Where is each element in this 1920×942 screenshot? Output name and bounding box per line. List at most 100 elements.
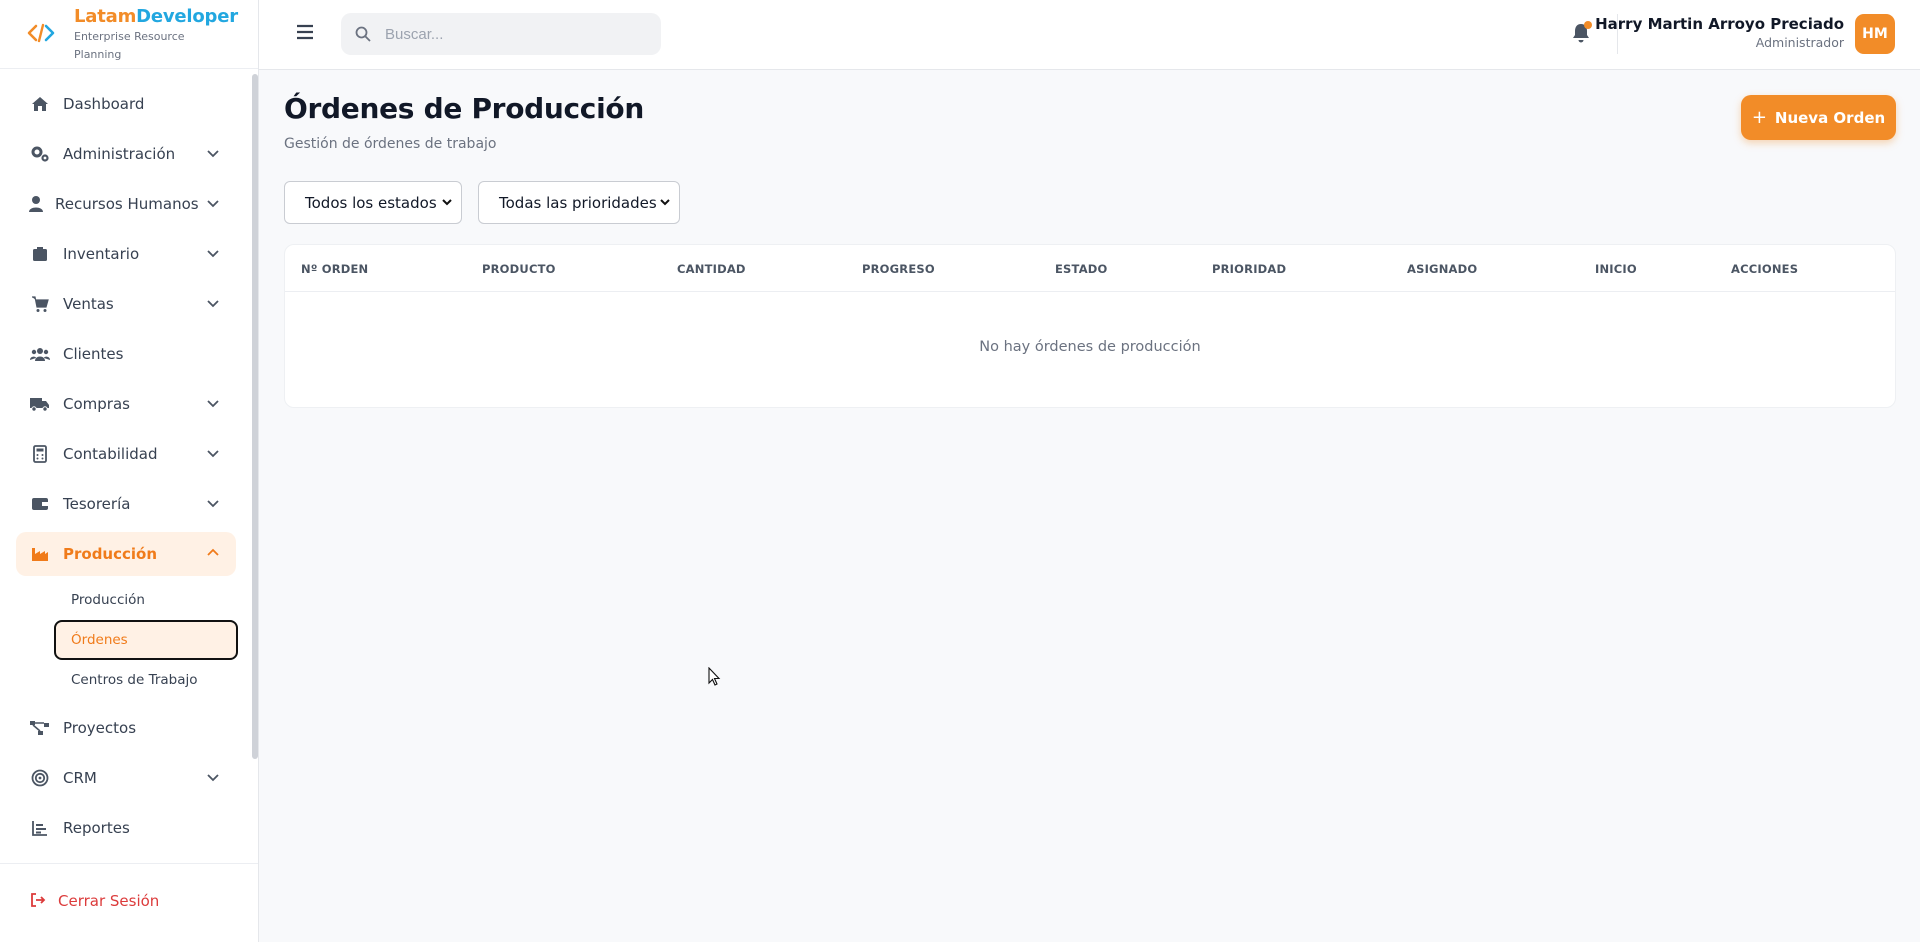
subitem-ordenes[interactable]: Órdenes	[54, 620, 238, 660]
notifications-bell-icon[interactable]	[1571, 21, 1592, 44]
column-header-prioridad[interactable]: PRIORIDAD	[1212, 262, 1286, 276]
table-header: Nº ORDEN PRODUCTO CANTIDAD PROGRESO ESTA…	[285, 245, 1895, 292]
sidebar-item-reportes[interactable]: Reportes	[16, 806, 236, 850]
notification-dot	[1584, 21, 1592, 29]
project-diagram-icon	[30, 718, 50, 738]
sidebar-item-dashboard[interactable]: Dashboard	[16, 82, 236, 126]
chevron-down-icon	[207, 400, 219, 408]
user-role: Administrador	[1755, 35, 1844, 50]
topbar: Harry Martin Arroyo Preciado Administrad…	[259, 0, 1920, 70]
chevron-down-icon	[660, 199, 670, 206]
column-header-asignado[interactable]: ASIGNADO	[1407, 262, 1477, 276]
user-icon	[26, 194, 46, 214]
new-order-label: Nueva Orden	[1774, 108, 1886, 127]
column-header-cantidad[interactable]: CANTIDAD	[677, 262, 746, 276]
sidebar-item-label: Tesorería	[63, 495, 131, 513]
user-info[interactable]: Harry Martin Arroyo Preciado Administrad…	[1595, 14, 1844, 52]
column-header-acciones[interactable]: ACCIONES	[1731, 262, 1798, 276]
brand-logo-icon	[27, 23, 55, 43]
calculator-icon	[30, 444, 50, 464]
avatar[interactable]: HM	[1855, 14, 1895, 54]
cart-icon	[30, 294, 50, 314]
sidebar-item-inventario[interactable]: Inventario	[16, 232, 236, 276]
sidebar-item-ventas[interactable]: Ventas	[16, 282, 236, 326]
sidebar-item-crm[interactable]: CRM	[16, 756, 236, 800]
subitem-label: Centros de Trabajo	[71, 672, 198, 688]
priority-filter-value: Todas las prioridades	[499, 193, 657, 212]
produccion-submenu: Producción Órdenes Centros de Trabajo	[0, 580, 250, 700]
sidebar-item-compras[interactable]: Compras	[16, 382, 236, 426]
sidebar: LatamDeveloper Enterprise Resource Plann…	[0, 0, 259, 942]
subitem-produccion[interactable]: Producción	[54, 580, 238, 620]
subitem-centros-de-trabajo[interactable]: Centros de Trabajo	[54, 660, 238, 700]
wallet-icon	[30, 494, 50, 514]
empty-state-message: No hay órdenes de producción	[979, 339, 1201, 355]
sidebar-item-proyectos[interactable]: Proyectos	[16, 706, 236, 750]
chevron-up-icon	[207, 548, 219, 556]
sidebar-item-clientes[interactable]: Clientes	[16, 332, 236, 376]
user-name: Harry Martin Arroyo Preciado	[1595, 15, 1844, 33]
logout-area: Cerrar Sesión	[0, 863, 258, 942]
logout-label: Cerrar Sesión	[58, 892, 160, 910]
hamburger-menu-icon[interactable]	[295, 22, 315, 42]
column-header-inicio[interactable]: INICIO	[1595, 262, 1637, 276]
brand-subtitle: Enterprise Resource Planning	[74, 30, 185, 61]
gears-icon	[30, 144, 50, 164]
sidebar-scrollbar[interactable]	[252, 74, 258, 759]
column-header-numero-orden[interactable]: Nº ORDEN	[301, 262, 368, 276]
sidebar-nav: Dashboard Administración Recursos Humano…	[0, 82, 250, 856]
box-icon	[30, 244, 50, 264]
column-header-estado[interactable]: ESTADO	[1055, 262, 1108, 276]
main-content: Órdenes de Producción Gestión de órdenes…	[259, 70, 1920, 942]
sidebar-item-label: Inventario	[63, 245, 140, 263]
sidebar-item-label: Compras	[63, 395, 130, 413]
sidebar-item-contabilidad[interactable]: Contabilidad	[16, 432, 236, 476]
sidebar-item-recursos-humanos[interactable]: Recursos Humanos	[16, 182, 236, 226]
brand[interactable]: LatamDeveloper Enterprise Resource Plann…	[0, 0, 258, 69]
brand-name-part2: Developer	[136, 6, 238, 27]
sidebar-item-label: Administración	[63, 145, 176, 163]
status-filter-select[interactable]: Todos los estados	[284, 181, 462, 224]
column-header-progreso[interactable]: PROGRESO	[862, 262, 935, 276]
sidebar-item-label: Producción	[63, 545, 158, 563]
subitem-label: Órdenes	[71, 632, 128, 648]
subitem-label: Producción	[71, 592, 145, 608]
truck-icon	[30, 394, 50, 414]
mouse-cursor-icon	[708, 667, 721, 686]
sidebar-item-administracion[interactable]: Administración	[16, 132, 236, 176]
sidebar-item-tesoreria[interactable]: Tesorería	[16, 482, 236, 526]
search-input[interactable]	[385, 25, 645, 43]
chevron-down-icon	[207, 450, 219, 458]
new-order-button[interactable]: + Nueva Orden	[1741, 95, 1896, 140]
page-title: Órdenes de Producción	[284, 92, 644, 125]
sidebar-item-label: Ventas	[63, 295, 114, 313]
chevron-down-icon	[207, 250, 219, 258]
search-icon	[355, 26, 371, 42]
users-icon	[30, 344, 50, 364]
sidebar-item-label: CRM	[63, 769, 97, 787]
sidebar-item-label: Recursos Humanos	[55, 195, 199, 213]
home-icon	[30, 94, 50, 114]
search-box[interactable]	[341, 13, 661, 55]
sidebar-item-label: Contabilidad	[63, 445, 158, 463]
logout-button[interactable]: Cerrar Sesión	[30, 892, 159, 910]
chart-icon	[30, 818, 50, 838]
chevron-down-icon	[207, 200, 219, 208]
target-icon	[30, 768, 50, 788]
priority-filter-select[interactable]: Todas las prioridades	[478, 181, 680, 224]
sidebar-item-label: Dashboard	[63, 95, 145, 113]
sign-out-icon	[30, 892, 48, 910]
chevron-down-icon	[207, 774, 219, 782]
sidebar-item-label: Clientes	[63, 345, 124, 363]
column-header-producto[interactable]: PRODUCTO	[482, 262, 556, 276]
orders-table: Nº ORDEN PRODUCTO CANTIDAD PROGRESO ESTA…	[284, 244, 1896, 408]
sidebar-item-label: Reportes	[63, 819, 130, 837]
chevron-down-icon	[442, 199, 452, 206]
plus-icon: +	[1751, 107, 1767, 128]
chevron-down-icon	[207, 150, 219, 158]
brand-name-part1: Latam	[74, 6, 137, 27]
status-filter-value: Todos los estados	[305, 193, 437, 212]
brand-name: LatamDeveloper	[74, 6, 238, 28]
chevron-down-icon	[207, 500, 219, 508]
sidebar-item-produccion[interactable]: Producción	[16, 532, 236, 576]
